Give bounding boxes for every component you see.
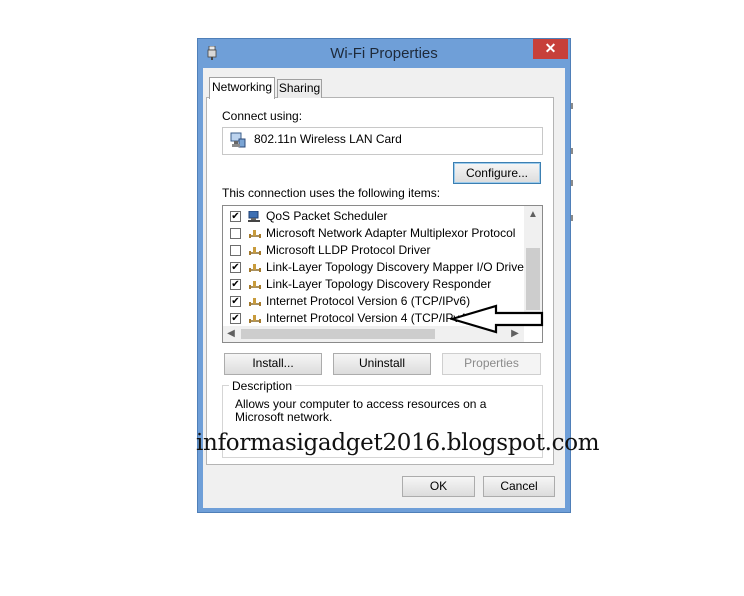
cancel-button[interactable]: Cancel	[483, 476, 555, 497]
background-mark	[571, 103, 573, 109]
list-item[interactable]: ✔ Link-Layer Topology Discovery Responder	[228, 276, 518, 293]
horizontal-scroll-thumb[interactable]	[241, 329, 435, 339]
item-checkbox[interactable]: ✔	[230, 211, 241, 222]
background-mark	[571, 180, 573, 186]
item-label: Internet Protocol Version 4 (TCP/IPv4)	[266, 311, 471, 325]
protocol-icon	[249, 281, 261, 289]
watermark-text: informasigadget2016.blogspot.com	[196, 430, 600, 456]
title-bar[interactable]: Wi-Fi Properties ✕	[198, 39, 570, 68]
protocol-icon	[249, 230, 261, 238]
description-title: Description	[229, 379, 296, 393]
scroll-up-icon[interactable]: ▲	[524, 209, 542, 220]
ok-button[interactable]: OK	[402, 476, 475, 497]
qos-icon	[248, 211, 260, 222]
install-button[interactable]: Install...	[224, 353, 322, 375]
scroll-left-icon[interactable]: ◀	[225, 328, 237, 339]
configure-button[interactable]: Configure...	[453, 162, 541, 184]
item-label: Link-Layer Topology Discovery Responder	[266, 277, 492, 291]
protocol-icon	[249, 264, 261, 272]
item-checkbox[interactable]	[230, 245, 241, 256]
list-item[interactable]: ✔ QoS Packet Scheduler	[228, 208, 518, 225]
connect-using-label: Connect using:	[222, 109, 303, 123]
description-text: Allows your computer to access resources…	[235, 397, 487, 424]
item-checkbox[interactable]: ✔	[230, 313, 241, 324]
background-mark	[571, 215, 573, 221]
uninstall-button[interactable]: Uninstall	[333, 353, 431, 375]
properties-button[interactable]: Properties	[442, 353, 541, 375]
item-label: Microsoft LLDP Protocol Driver	[266, 243, 431, 257]
background-mark	[571, 148, 573, 154]
tab-networking-label: Networking	[211, 80, 273, 94]
tab-sharing[interactable]: Sharing	[277, 79, 322, 98]
items-heading: This connection uses the following items…	[222, 186, 441, 200]
pointer-arrow-icon	[450, 304, 544, 334]
tab-networking[interactable]: Networking	[209, 77, 275, 99]
network-card-icon	[230, 132, 246, 148]
protocol-icon	[249, 247, 261, 255]
item-label: QoS Packet Scheduler	[266, 209, 388, 223]
protocol-icon	[249, 298, 261, 306]
list-item[interactable]: ✔ Link-Layer Topology Discovery Mapper I/…	[228, 259, 528, 276]
list-item[interactable]: Microsoft Network Adapter Multiplexor Pr…	[228, 225, 518, 242]
vertical-scroll-thumb[interactable]	[526, 248, 540, 310]
item-label: Link-Layer Topology Discovery Mapper I/O…	[266, 260, 528, 274]
item-label: Internet Protocol Version 6 (TCP/IPv6)	[266, 294, 471, 308]
adapter-name: 802.11n Wireless LAN Card	[254, 132, 402, 146]
tab-sharing-label: Sharing	[278, 81, 321, 95]
item-label: Microsoft Network Adapter Multiplexor Pr…	[266, 226, 516, 240]
close-button[interactable]: ✕	[533, 39, 568, 59]
close-icon: ✕	[544, 40, 557, 56]
item-checkbox[interactable]: ✔	[230, 279, 241, 290]
item-checkbox[interactable]	[230, 228, 241, 239]
item-checkbox[interactable]: ✔	[230, 262, 241, 273]
protocol-icon	[249, 315, 261, 323]
item-checkbox[interactable]: ✔	[230, 296, 241, 307]
window-title: Wi-Fi Properties	[330, 45, 438, 62]
list-item[interactable]: Microsoft LLDP Protocol Driver	[228, 242, 518, 259]
